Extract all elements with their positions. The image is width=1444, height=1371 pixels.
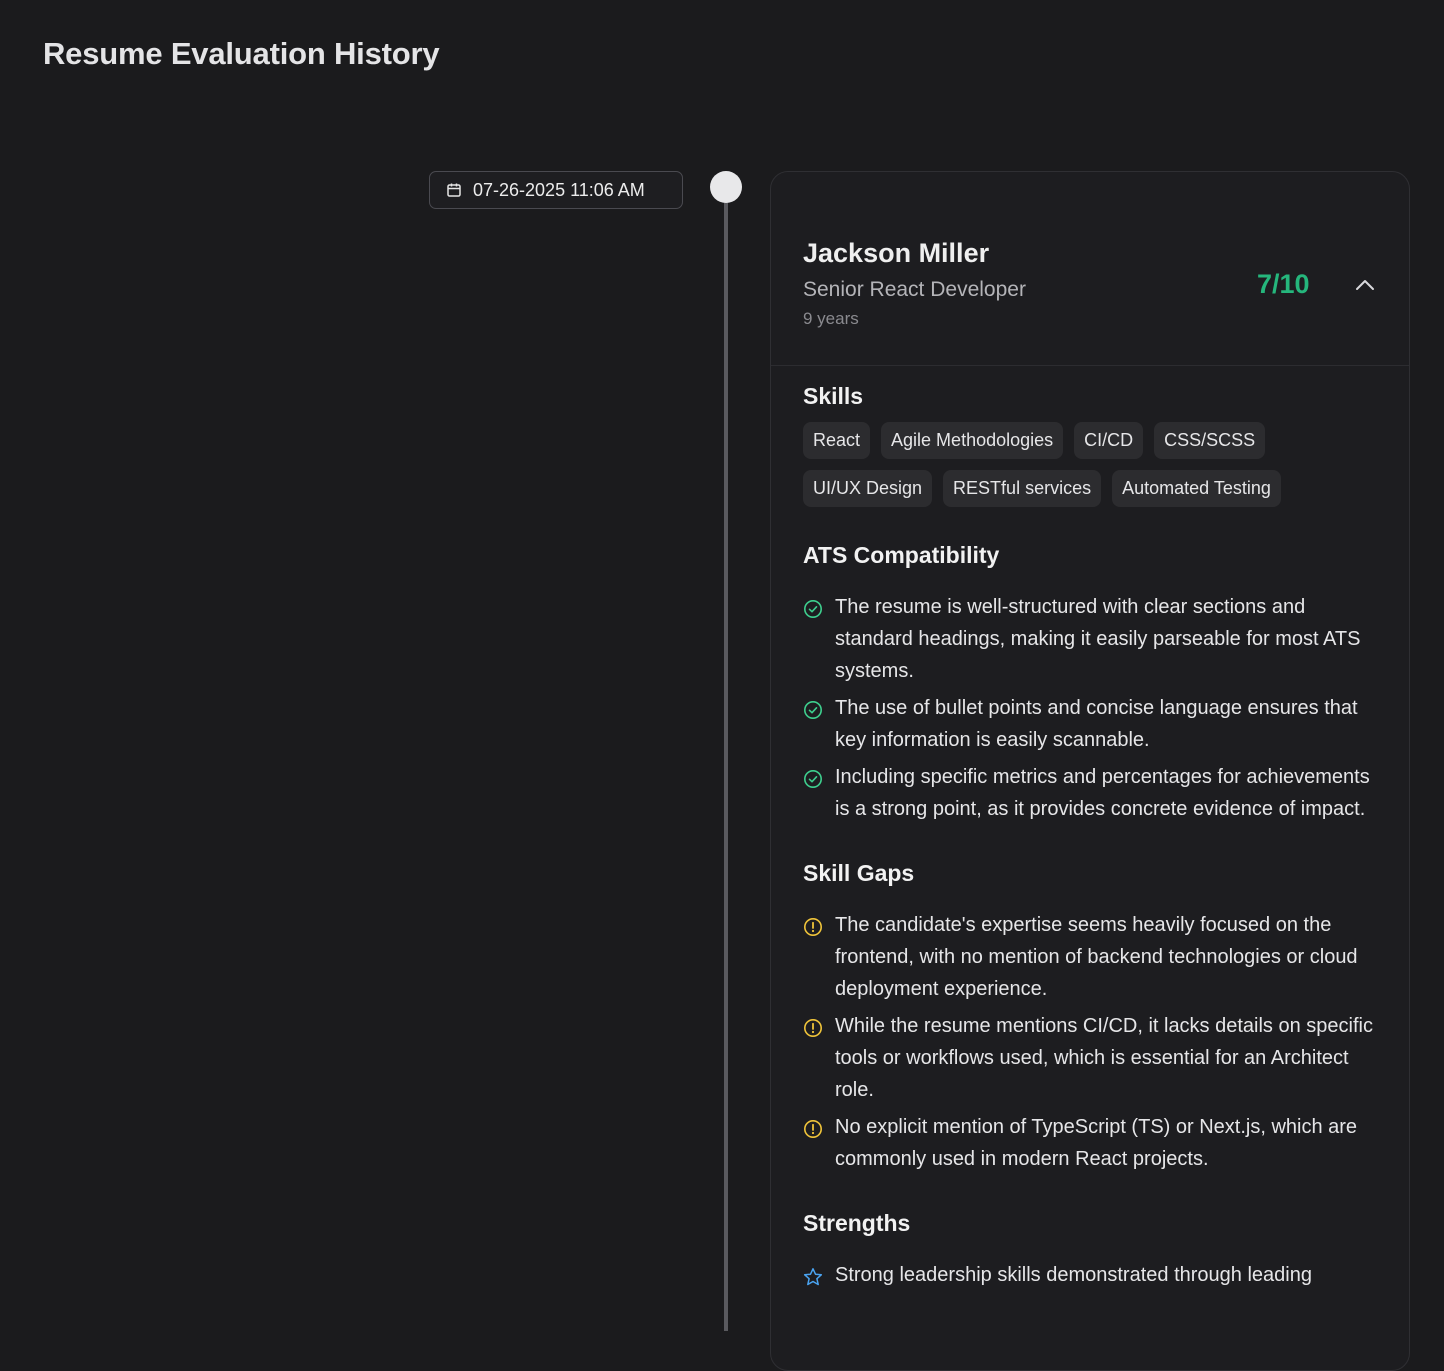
list-item-text: Including specific metrics and percentag… <box>835 766 1370 820</box>
list-item-text: While the resume mentions CI/CD, it lack… <box>835 1015 1373 1101</box>
skills-section: Skills React Agile Methodologies CI/CD CSS/… <box>803 381 1377 507</box>
candidate-role: Senior React Developer <box>803 278 1026 301</box>
list-item-text: Strong leadership skills demonstrated th… <box>835 1264 1312 1286</box>
strengths-list: Strong leadership skills demonstrated th… <box>803 1259 1377 1291</box>
skill-tag: RESTful services <box>943 470 1102 507</box>
skill-gaps-title: Skill Gaps <box>803 860 915 886</box>
skill-gaps-section: Skill Gaps The candidate's expertise see… <box>803 858 1377 1175</box>
strengths-title: Strengths <box>803 1210 911 1236</box>
skills-list: React Agile Methodologies CI/CD CSS/SCSS UI/… <box>803 422 1343 507</box>
star-icon <box>803 1265 823 1286</box>
skill-tag: CI/CD <box>1074 422 1144 459</box>
list-item-text: No explicit mention of TypeScript (TS) o… <box>835 1116 1358 1170</box>
skill-gaps-list: The candidate's expertise seems heavily … <box>803 909 1377 1175</box>
list-item: The use of bullet points and concise lan… <box>803 692 1380 756</box>
card-body: Skills React Agile Methodologies CI/CD CSS/… <box>771 366 1409 1291</box>
strengths-section: Strengths Strong leadership skills demon… <box>803 1208 1377 1291</box>
chevron-up-icon <box>1356 280 1374 290</box>
alert-circle-icon <box>803 1016 823 1037</box>
skill-tag: Automated Testing <box>1112 470 1281 507</box>
calendar-icon <box>447 183 461 197</box>
ats-list: The resume is well-structured with clear… <box>803 591 1377 825</box>
check-circle-icon <box>803 698 823 719</box>
skill-tag: CSS/SCSS <box>1154 422 1266 459</box>
list-item: While the resume mentions CI/CD, it lack… <box>803 1010 1380 1106</box>
skill-tag: Agile Methodologies <box>881 422 1064 459</box>
list-item: The resume is well-structured with clear… <box>803 591 1380 687</box>
check-circle-icon <box>803 597 823 618</box>
candidate-experience: 9 years <box>803 309 859 328</box>
timeline-dot <box>710 171 742 203</box>
timeline-line <box>724 200 728 1331</box>
collapse-button[interactable] <box>1349 272 1381 298</box>
candidate-name: Jackson Miller <box>803 238 990 268</box>
page-title: Resume Evaluation History <box>43 36 440 71</box>
evaluation-card: Jackson Miller Senior React Developer 9 … <box>770 171 1410 1371</box>
alert-circle-icon <box>803 915 823 936</box>
score-value: 7/10 <box>1257 269 1310 299</box>
list-item: Including specific metrics and percentag… <box>803 761 1380 825</box>
skill-tag: UI/UX Design <box>803 470 933 507</box>
ats-title: ATS Compatibility <box>803 542 1000 568</box>
list-item: The candidate's expertise seems heavily … <box>803 909 1380 1005</box>
check-circle-icon <box>803 767 823 788</box>
list-item-text: The candidate's expertise seems heavily … <box>835 914 1358 1000</box>
ats-section: ATS Compatibility The resume is well-str… <box>803 540 1377 825</box>
list-item-text: The use of bullet points and concise lan… <box>835 697 1358 751</box>
list-item: No explicit mention of TypeScript (TS) o… <box>803 1111 1380 1175</box>
evaluation-date-badge: 07-26-2025 11:06 AM <box>429 171 683 209</box>
list-item: Strong leadership skills demonstrated th… <box>803 1259 1380 1291</box>
card-header[interactable]: Jackson Miller Senior React Developer 9 … <box>771 172 1409 366</box>
skill-tag: React <box>803 422 871 459</box>
alert-circle-icon <box>803 1117 823 1138</box>
skills-title: Skills <box>803 383 864 409</box>
list-item-text: The resume is well-structured with clear… <box>835 596 1361 682</box>
evaluation-date: 07-26-2025 11:06 AM <box>473 179 645 200</box>
